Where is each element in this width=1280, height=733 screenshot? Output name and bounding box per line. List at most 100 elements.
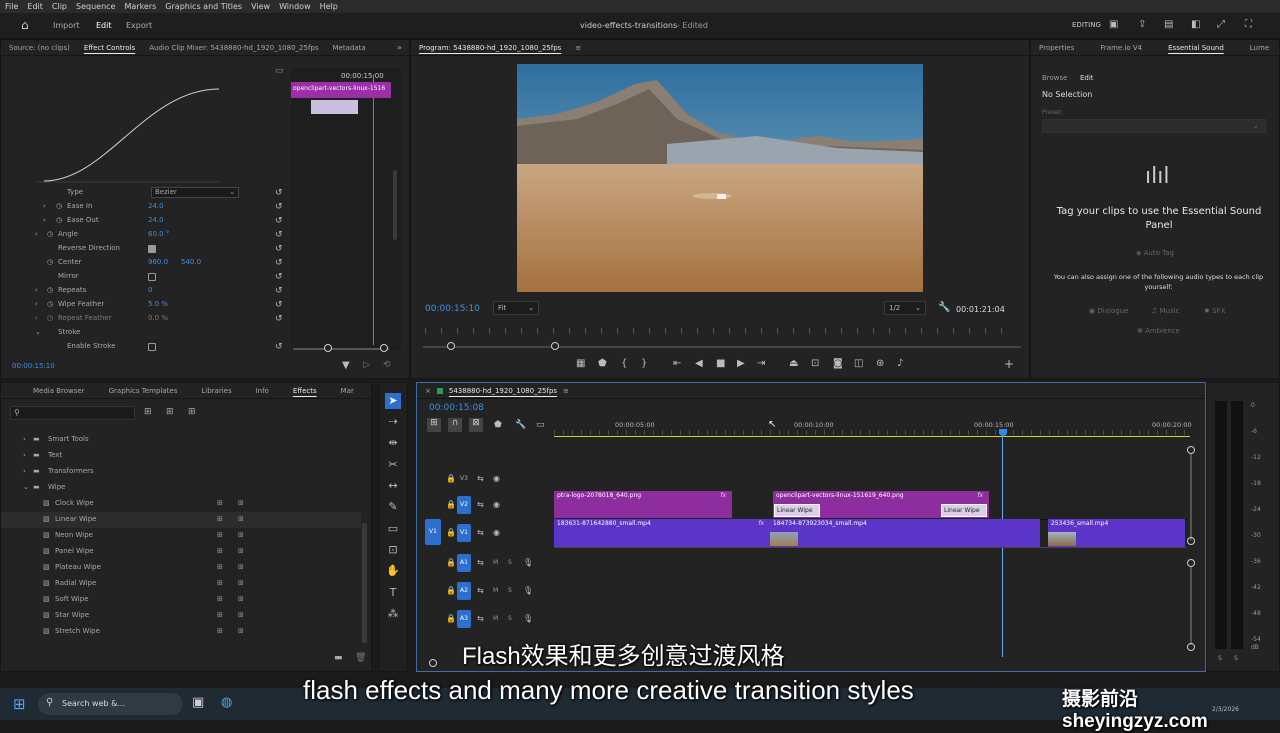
- solo-left[interactable]: S: [1218, 655, 1222, 662]
- zoom-handle-left[interactable]: [447, 342, 455, 350]
- stopwatch-icon[interactable]: ◷: [56, 202, 62, 210]
- v-scroll-track[interactable]: [1190, 454, 1192, 540]
- v-scroll-handle[interactable]: [1187, 537, 1195, 545]
- mark-out-icon[interactable]: }: [641, 358, 647, 369]
- program-timecode[interactable]: 00:00:15:10: [425, 304, 480, 314]
- effect-item[interactable]: ▨ Plateau Wipe ⊞ ⊞: [1, 560, 361, 576]
- comparison-icon[interactable]: ◫: [854, 358, 863, 369]
- transition-linear-wipe[interactable]: Linear Wipe: [774, 504, 820, 517]
- ambience-button[interactable]: ❋ Ambience: [1137, 327, 1180, 335]
- menu-edit[interactable]: Edit: [27, 2, 43, 11]
- nest-icon[interactable]: ⊞: [427, 418, 441, 432]
- lock-icon[interactable]: 🔒: [446, 528, 456, 537]
- a-scroll-handle[interactable]: [1187, 559, 1195, 567]
- sync-lock-icon[interactable]: ⇆: [477, 474, 484, 483]
- track-target[interactable]: A3: [457, 609, 471, 628]
- menu-window[interactable]: Window: [279, 2, 311, 11]
- workspace-label[interactable]: EDITING: [1072, 21, 1101, 29]
- mini-zoom-bar[interactable]: [293, 348, 389, 350]
- effect-item[interactable]: ▨ Panel Wipe ⊞ ⊞: [1, 544, 361, 560]
- tab-audio-mixer[interactable]: Audio Clip Mixer: 5438880-hd_1920_1080_2…: [149, 44, 318, 52]
- v1-clip[interactable]: 184734-873923034_small.mp4: [770, 519, 1040, 547]
- pen-icon[interactable]: ✎: [385, 499, 401, 515]
- maximize-icon[interactable]: ⛶: [1245, 19, 1252, 30]
- expand-icon[interactable]: ›: [43, 216, 46, 224]
- tab-properties[interactable]: Properties: [1039, 44, 1074, 52]
- type-tool-icon[interactable]: T: [385, 585, 401, 601]
- step-forward-icon[interactable]: ▶: [737, 358, 745, 369]
- ease-out-value[interactable]: 24.0: [148, 216, 164, 224]
- timeline-timecode[interactable]: 00:00:15:08: [429, 403, 484, 413]
- solo-button[interactable]: S: [508, 587, 512, 594]
- effect-item[interactable]: ▨ Neon Wipe ⊞ ⊞: [1, 528, 361, 544]
- home-icon[interactable]: ⌂: [21, 18, 29, 32]
- mute-button[interactable]: M: [493, 615, 498, 622]
- mute-button[interactable]: M: [493, 559, 498, 566]
- reset-icon[interactable]: ↺: [275, 230, 283, 240]
- subtab-browse[interactable]: Browse: [1042, 74, 1068, 82]
- volume-icon[interactable]: ♪: [897, 358, 903, 369]
- stopwatch-icon[interactable]: ◷: [47, 314, 53, 322]
- rate-stretch-icon[interactable]: ⊡: [385, 542, 401, 558]
- ec-timecode[interactable]: 00:00:15:10: [12, 362, 55, 370]
- reset-icon[interactable]: ↺: [275, 244, 283, 254]
- sync-lock-icon[interactable]: ⇆: [477, 558, 484, 567]
- effect-item[interactable]: ▨ Soft Wipe ⊞ ⊞: [1, 592, 361, 608]
- yuv-effects-icon[interactable]: ⊞: [188, 407, 196, 417]
- effect-item[interactable]: ▨ Stretch Wipe ⊞ ⊞: [1, 624, 361, 640]
- go-to-in-icon[interactable]: ⇤: [673, 358, 681, 369]
- track-target[interactable]: V1: [457, 524, 471, 542]
- solo-button[interactable]: S: [508, 615, 512, 622]
- tab-media-browser[interactable]: Media Browser: [33, 387, 85, 395]
- sfx-button[interactable]: ✸ SFX: [1204, 307, 1225, 315]
- mute-button[interactable]: M: [493, 587, 498, 594]
- source-patch-v1[interactable]: V1: [425, 519, 441, 545]
- v2-clip[interactable]: ptra-logo-2078018_640.png fx: [554, 491, 732, 518]
- sync-lock-icon[interactable]: ⇆: [477, 500, 484, 509]
- lock-icon[interactable]: 🔒: [446, 614, 456, 623]
- expand-icon[interactable]: ›: [35, 300, 38, 308]
- collapse-icon[interactable]: ⌄: [35, 328, 41, 336]
- hand-icon[interactable]: ✋: [385, 563, 401, 579]
- type-dropdown[interactable]: Bezier ⌄: [151, 187, 239, 198]
- ease-in-value[interactable]: 24.0: [148, 202, 164, 210]
- tab-effect-controls[interactable]: Effect Controls: [84, 44, 135, 52]
- rectangle-icon[interactable]: ▭: [385, 521, 401, 537]
- graph-toggle-icon[interactable]: ▭: [275, 66, 284, 76]
- workspaces-icon[interactable]: ▣: [1109, 19, 1118, 30]
- lift-icon[interactable]: ⏏: [789, 358, 798, 369]
- menu-icon[interactable]: ≡: [563, 387, 569, 395]
- stop-icon[interactable]: ■: [716, 358, 725, 369]
- snap-icon[interactable]: ∩: [448, 418, 462, 432]
- lock-icon[interactable]: 🔒: [446, 558, 456, 567]
- effects-scrollbar[interactable]: [362, 523, 367, 643]
- lock-icon[interactable]: 🔒: [446, 586, 456, 595]
- mini-clip[interactable]: openclipart-vectors-linux-1516: [291, 82, 391, 98]
- menu-help[interactable]: Help: [320, 2, 338, 11]
- h-scroll-handle[interactable]: [429, 659, 437, 667]
- transition-linear-wipe[interactable]: Linear Wipe: [941, 504, 987, 517]
- add-marker-icon[interactable]: ⬟: [494, 420, 502, 430]
- center-x-value[interactable]: 960.0: [148, 258, 168, 266]
- track-target[interactable]: V2: [457, 495, 471, 514]
- linked-selection-icon[interactable]: ⊠: [469, 418, 483, 432]
- reset-icon[interactable]: ↺: [275, 188, 283, 198]
- stopwatch-icon[interactable]: ◷: [56, 216, 62, 224]
- extract-icon[interactable]: ⊡: [811, 358, 819, 369]
- stopwatch-icon[interactable]: ◷: [47, 286, 53, 294]
- mic-icon[interactable]: 🎙: [523, 614, 533, 623]
- fullscreen-icon[interactable]: ⤢: [1217, 19, 1225, 30]
- fit-dropdown[interactable]: Fit ⌄: [493, 301, 539, 315]
- taskbar-search[interactable]: ⚲ Search web &...: [38, 693, 183, 715]
- wrench-icon[interactable]: 🔧: [515, 420, 526, 430]
- quick-export-icon[interactable]: ▤: [1164, 19, 1173, 30]
- menu-file[interactable]: File: [5, 2, 18, 11]
- delete-icon[interactable]: 🗑: [355, 653, 366, 663]
- reset-icon[interactable]: ↺: [275, 314, 283, 324]
- sync-lock-icon[interactable]: ⇆: [477, 586, 484, 595]
- play-audio-icon[interactable]: ▷: [363, 360, 370, 370]
- track-target[interactable]: A2: [457, 581, 471, 600]
- tab-lumetri[interactable]: Lume: [1250, 44, 1269, 52]
- remix-icon[interactable]: ⁂: [385, 606, 401, 622]
- tab-info[interactable]: Info: [256, 387, 269, 395]
